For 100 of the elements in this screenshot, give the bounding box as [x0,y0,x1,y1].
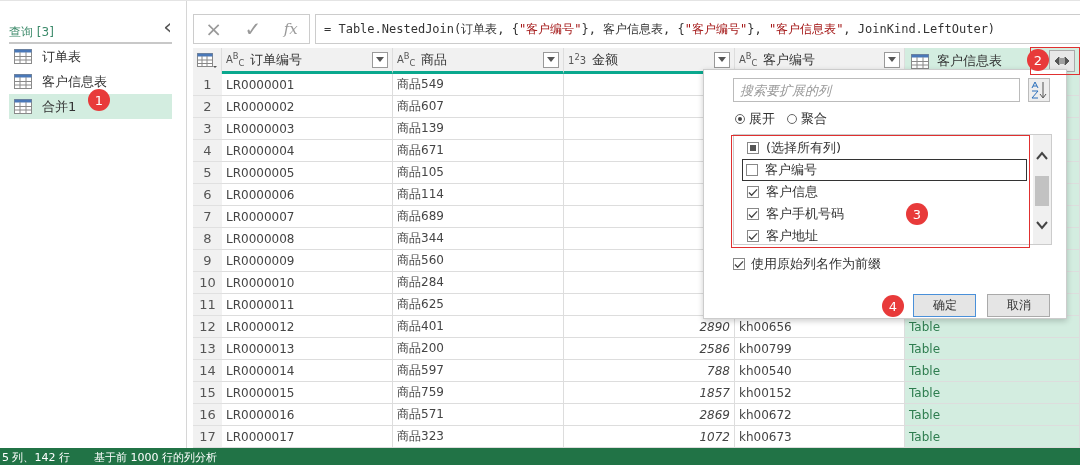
column-filter-button[interactable] [884,51,900,68]
caret-icon [547,57,555,62]
ok-button[interactable]: 确定 [913,294,976,317]
row-number: 15 [193,382,222,404]
table-cell: Table [905,404,1080,426]
table-cell: 商品105 [393,162,564,184]
row-number: 4 [193,140,222,162]
checkbox[interactable] [747,186,759,198]
checkbox[interactable] [746,164,758,176]
column-option[interactable]: 客户编号 [765,161,817,179]
sort-button[interactable] [1028,78,1050,102]
table-cell: LR0000014 [222,360,393,382]
column-filter-button[interactable] [714,51,730,68]
table-cell: LR0000006 [222,184,393,206]
table-cell: LR0000004 [222,140,393,162]
radio-label[interactable]: 展开 [749,110,775,128]
table-cell: LR0000010 [222,272,393,294]
radio-label[interactable]: 聚合 [801,110,827,128]
step-badge: 1 [88,89,110,111]
row-number: 9 [193,250,222,272]
scroll-thumb[interactable] [1035,175,1049,206]
column-option[interactable]: 客户地址 [766,227,818,244]
table-cell: 商品571 [393,404,564,426]
column-filter-button[interactable] [543,51,559,68]
row-number: 12 [193,316,222,338]
table-cell: 2586 [564,338,735,360]
table-cell: LR0000011 [222,294,393,316]
expand-column-button[interactable] [1049,50,1075,72]
caret-icon [376,57,384,62]
table-cell: LR0000007 [222,206,393,228]
column-header: 商品 [421,50,449,69]
formula-field[interactable]: = Table.NestedJoin(订单表, {"客户编号"}, 客户信息表, {"客户编号"}, "客户信息表", JoinKind.LeftOuter) [315,14,1080,44]
table-cell: 1857 [564,382,735,404]
column-option[interactable]: 客户手机号码 [766,205,844,223]
status-text: 5 列、142 行 [2,449,70,465]
checkbox[interactable] [733,258,745,270]
table-cell: 商品139 [393,118,564,140]
row-number: 16 [193,404,222,426]
table-menu-button[interactable] [193,48,222,74]
table-cell: 商品344 [393,228,564,250]
table-cell: 商品401 [393,316,564,338]
scroll-down-icon[interactable] [1035,220,1049,230]
table-cell: LR0000012 [222,316,393,338]
column-header: 客户编号 [763,50,817,69]
table-cell: LR0000005 [222,162,393,184]
table-cell: Table [905,426,1080,448]
table-cell: 788 [564,360,735,382]
checkbox-label[interactable]: 使用原始列名作为前缀 [751,255,881,273]
scroll-up-icon[interactable] [1035,151,1049,161]
table-cell: 商品560 [393,250,564,272]
row-number: 5 [193,162,222,184]
checkbox[interactable] [747,142,759,154]
table-cell: 商品200 [393,338,564,360]
caret-icon [718,57,726,62]
table-cell: 商品689 [393,206,564,228]
row-number: 1 [193,74,222,96]
caret-icon [888,57,896,62]
column-option[interactable]: (选择所有列) [766,139,842,157]
row-number: 7 [193,206,222,228]
table-icon [14,74,32,89]
status-text: 基于前 1000 行的列分析 [94,449,217,465]
row-number: 11 [193,294,222,316]
table-cell: LR0000008 [222,228,393,250]
table-cell: 2869 [564,404,735,426]
row-number: 2 [193,96,222,118]
table-cell: LR0000016 [222,404,393,426]
checkbox[interactable] [747,230,759,242]
checkbox[interactable] [747,208,759,220]
table-icon [14,49,32,64]
row-number: 10 [193,272,222,294]
column-option[interactable]: 客户信息 [766,183,818,201]
queries-title: 查询 [3] [9,24,54,41]
collapse-button[interactable]: ‹ [163,19,172,35]
table-cell: 商品284 [393,272,564,294]
scrollbar[interactable] [1033,135,1051,244]
table-cell: LR0000001 [222,74,393,96]
table-cell: Table [905,382,1080,404]
table-cell: 商品607 [393,96,564,118]
table-cell: Table [905,338,1080,360]
data-type-label[interactable]: 1$^{2}$3 [568,52,587,67]
table-cell: 商品597 [393,360,564,382]
column-header: 金额 [592,50,620,69]
table-cell: Table [905,360,1080,382]
row-number: 8 [193,228,222,250]
table-cell: LR0000003 [222,118,393,140]
row-number: 17 [193,426,222,448]
search-field[interactable]: 搜索要扩展的列 [733,78,1020,102]
row-number: 14 [193,360,222,382]
query-item[interactable]: 订单表 [9,44,172,69]
column-filter-button[interactable] [372,51,388,68]
table-cell: LR0000002 [222,96,393,118]
expand-arrows-icon [1054,56,1070,66]
table-cell: 商品625 [393,294,564,316]
table-cell: 商品759 [393,382,564,404]
table-cell: 商品114 [393,184,564,206]
table-cell: LR0000009 [222,250,393,272]
column-header: 客户信息表 [937,52,1002,70]
column-header: 订单编号 [250,50,304,69]
table-cell: LR0000013 [222,338,393,360]
cancel-button[interactable]: 取消 [987,294,1050,317]
